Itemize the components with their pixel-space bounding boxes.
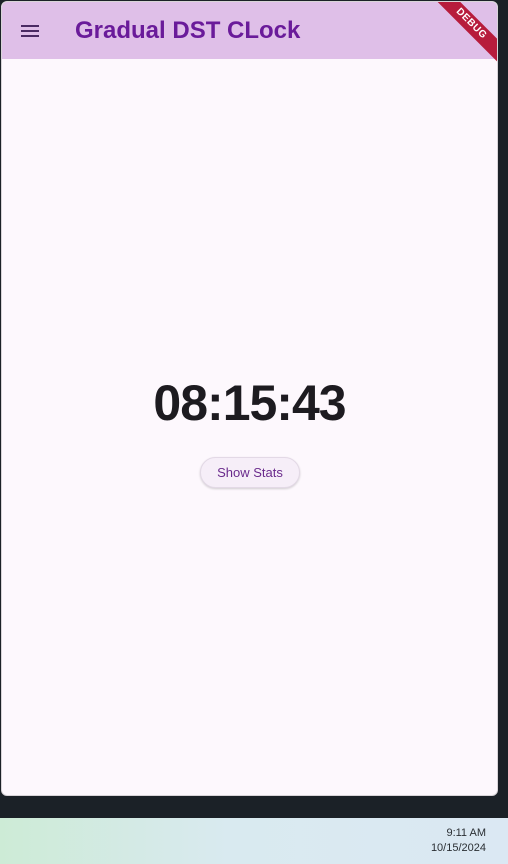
hamburger-menu-icon: [21, 25, 39, 37]
show-stats-button[interactable]: Show Stats: [200, 457, 300, 488]
debug-banner-label: DEBUG: [431, 2, 497, 64]
taskbar: 9:11 AM 10/15/2024: [0, 818, 508, 864]
menu-button[interactable]: [16, 17, 44, 45]
clock-display: 08:15:43: [153, 375, 346, 431]
debug-banner: DEBUG: [427, 2, 497, 72]
taskbar-date: 10/15/2024: [430, 842, 486, 854]
app-bar: Gradual DST CLock DEBUG: [2, 2, 497, 64]
app-title: Gradual DST CLock: [75, 17, 301, 44]
app-window: Gradual DST CLock DEBUG 08:15:43 Show St…: [1, 1, 498, 796]
taskbar-time: 9:11 AM: [446, 827, 486, 839]
taskbar-clock[interactable]: 9:11 AM 10/15/2024: [431, 826, 486, 856]
